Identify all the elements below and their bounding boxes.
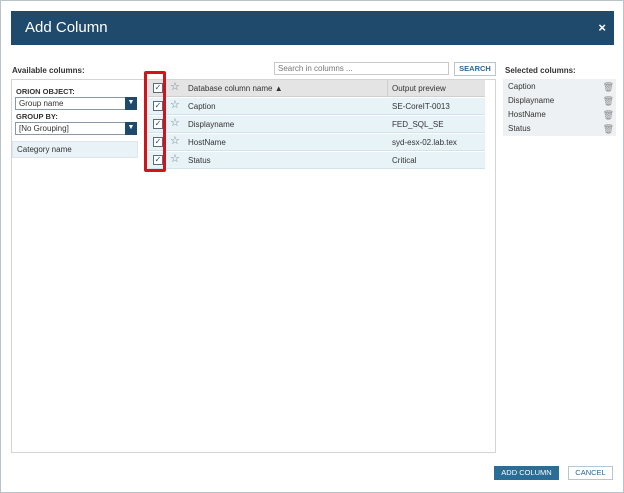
- group-by-label: GROUP BY:: [16, 112, 58, 121]
- row-output-preview: FED_SQL_SE: [392, 120, 444, 129]
- selected-column-name: Status: [508, 124, 531, 133]
- list-item: Status 🗑: [508, 124, 616, 137]
- chevron-down-icon[interactable]: ▼: [125, 122, 137, 135]
- list-item: Displayname 🗑: [508, 96, 616, 109]
- selected-column-name: Displayname: [508, 96, 555, 105]
- orion-object-label: ORION OBJECT:: [16, 87, 75, 96]
- add-column-button[interactable]: ADD COLUMN: [494, 466, 559, 480]
- group-by-value: [No Grouping]: [19, 124, 69, 133]
- selected-column-name: Caption: [508, 82, 536, 91]
- star-icon[interactable]: ☆: [170, 153, 180, 166]
- add-column-dialog: Add Column × Available columns: SEARCH O…: [0, 0, 624, 493]
- row-output-preview: SE-CoreIT-0013: [392, 102, 450, 111]
- table-row[interactable]: ✓ ☆ Displayname FED_SQL_SE: [148, 116, 485, 133]
- category-item[interactable]: Category name: [12, 141, 138, 158]
- search-button[interactable]: SEARCH: [454, 62, 496, 76]
- star-icon[interactable]: ☆: [170, 117, 180, 130]
- trash-icon[interactable]: 🗑: [603, 124, 614, 135]
- selected-columns-label: Selected columns:: [505, 66, 576, 75]
- dialog-titlebar: Add Column ×: [11, 11, 614, 45]
- row-column-name: HostName: [188, 138, 226, 147]
- row-column-name: Caption: [188, 102, 216, 111]
- orion-object-select[interactable]: Group name ▼: [15, 97, 137, 110]
- list-item: Caption 🗑: [508, 82, 616, 95]
- available-columns-label: Available columns:: [12, 66, 85, 75]
- orion-object-value: Group name: [19, 99, 64, 108]
- star-icon[interactable]: ☆: [170, 99, 180, 112]
- grid-header: ✓ ☆ Database column name ▲ Output previe…: [148, 80, 485, 97]
- dialog-title: Add Column: [25, 19, 108, 36]
- row-output-preview: Critical: [392, 156, 417, 165]
- list-item: HostName 🗑: [508, 110, 616, 123]
- table-row[interactable]: ✓ ☆ Caption SE-CoreIT-0013: [148, 98, 485, 115]
- selected-column-name: HostName: [508, 110, 546, 119]
- star-icon[interactable]: ☆: [170, 135, 180, 148]
- cancel-button[interactable]: CANCEL: [568, 466, 613, 480]
- table-row[interactable]: ✓ ☆ HostName syd-esx-02.lab.tex: [148, 134, 485, 151]
- row-column-name: Displayname: [188, 120, 235, 129]
- row-output-preview: syd-esx-02.lab.tex: [392, 138, 457, 147]
- row-column-name: Status: [188, 156, 211, 165]
- header-output-preview: Output preview: [392, 84, 446, 93]
- close-icon[interactable]: ×: [598, 20, 606, 35]
- trash-icon[interactable]: 🗑: [603, 96, 614, 107]
- star-icon: ☆: [170, 81, 180, 93]
- group-by-select[interactable]: [No Grouping] ▼: [15, 122, 137, 135]
- selected-columns-panel: Caption 🗑 Displayname 🗑 HostName 🗑 Statu…: [503, 79, 616, 136]
- table-row[interactable]: ✓ ☆ Status Critical: [148, 152, 485, 169]
- header-column-name[interactable]: Database column name ▲: [188, 84, 283, 93]
- trash-icon[interactable]: 🗑: [603, 82, 614, 93]
- chevron-down-icon[interactable]: ▼: [125, 97, 137, 110]
- trash-icon[interactable]: 🗑: [603, 110, 614, 121]
- column-divider: [387, 80, 388, 97]
- checkbox-column-highlight: [144, 71, 166, 172]
- search-input[interactable]: [274, 62, 449, 75]
